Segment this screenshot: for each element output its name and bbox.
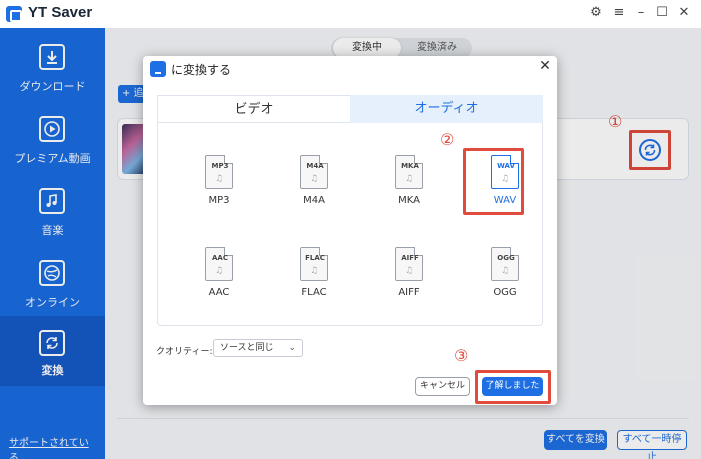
format-ext: AIFF [401,254,419,262]
app-logo-icon [6,6,22,22]
format-ext: MKA [401,162,419,170]
dialog-title: に変換する [171,63,232,77]
music-note-icon: ♫ [405,174,414,184]
app-window: YT Saver ⚙ ≡ – ☐ ✕ ダウンロード プレミアム動画 音楽 オンラ… [0,0,701,459]
quality-select[interactable]: ソースと同じ ⌄ [213,339,303,357]
tab-video[interactable]: ビデオ [157,95,350,123]
music-note-icon: ♫ [501,266,510,276]
format-flac[interactable]: FLAC ♫ FLAC [284,247,344,307]
audio-file-icon: AAC ♫ [205,247,233,281]
audio-file-icon: AIFF ♫ [395,247,423,281]
chevron-down-icon: ⌄ [288,343,296,353]
format-mp3[interactable]: MP3 ♫ MP3 [189,155,249,215]
close-icon[interactable]: ✕ [538,58,552,74]
maximize-icon[interactable]: ☐ [655,6,669,20]
minimize-icon[interactable]: – [634,6,648,20]
tab-audio[interactable]: オーディオ [350,95,543,123]
cancel-button[interactable]: キャンセル [415,377,470,396]
audio-file-icon: OGG ♫ [491,247,519,281]
music-note-icon: ♫ [405,266,414,276]
annotation-box-wav [463,148,524,215]
settings-icon[interactable]: ⚙ [589,6,603,20]
format-ext: M4A [306,162,324,170]
format-label: OGG [493,287,517,298]
menu-icon[interactable]: ≡ [612,6,626,20]
format-aiff[interactable]: AIFF ♫ AIFF [379,247,439,307]
annotation-step-2: ② [440,130,455,149]
music-note-icon: ♫ [215,266,224,276]
app-title: YT Saver [28,4,93,21]
format-aac[interactable]: AAC ♫ AAC [189,247,249,307]
ok-button[interactable]: 了解しました [482,377,543,396]
format-ext: FLAC [305,254,325,262]
format-ext: MP3 [211,162,229,170]
format-m4a[interactable]: M4A ♫ M4A [284,155,344,215]
quality-label: クオリティー: [156,347,213,357]
music-note-icon: ♫ [310,266,319,276]
format-ogg[interactable]: OGG ♫ OGG [475,247,535,307]
format-label: MP3 [208,195,230,206]
audio-file-icon: MP3 ♫ [205,155,233,189]
music-note-icon: ♫ [310,174,319,184]
format-label: MKA [398,195,420,206]
convert-dialog: に変換する ✕ ビデオ オーディオ MP3 ♫ MP3 M4A ♫ M4A MK… [143,56,557,405]
close-window-icon[interactable]: ✕ [677,6,691,20]
annotation-step-3: ③ [454,346,469,365]
quality-value: ソースと同じ [220,343,274,353]
format-type-tabs: ビデオ オーディオ [157,95,543,123]
audio-file-icon: FLAC ♫ [300,247,328,281]
format-ext: OGG [497,254,515,262]
music-note-icon: ♫ [215,174,224,184]
format-mka[interactable]: MKA ♫ MKA [379,155,439,215]
audio-file-icon: MKA ♫ [395,155,423,189]
title-bar: YT Saver ⚙ ≡ – ☐ ✕ [0,0,701,28]
dialog-logo-icon [150,61,166,77]
format-ext: AAC [212,254,228,262]
format-label: AAC [208,287,230,298]
format-label: M4A [303,195,325,206]
format-label: AIFF [398,287,420,298]
format-label: FLAC [301,287,327,298]
audio-file-icon: M4A ♫ [300,155,328,189]
